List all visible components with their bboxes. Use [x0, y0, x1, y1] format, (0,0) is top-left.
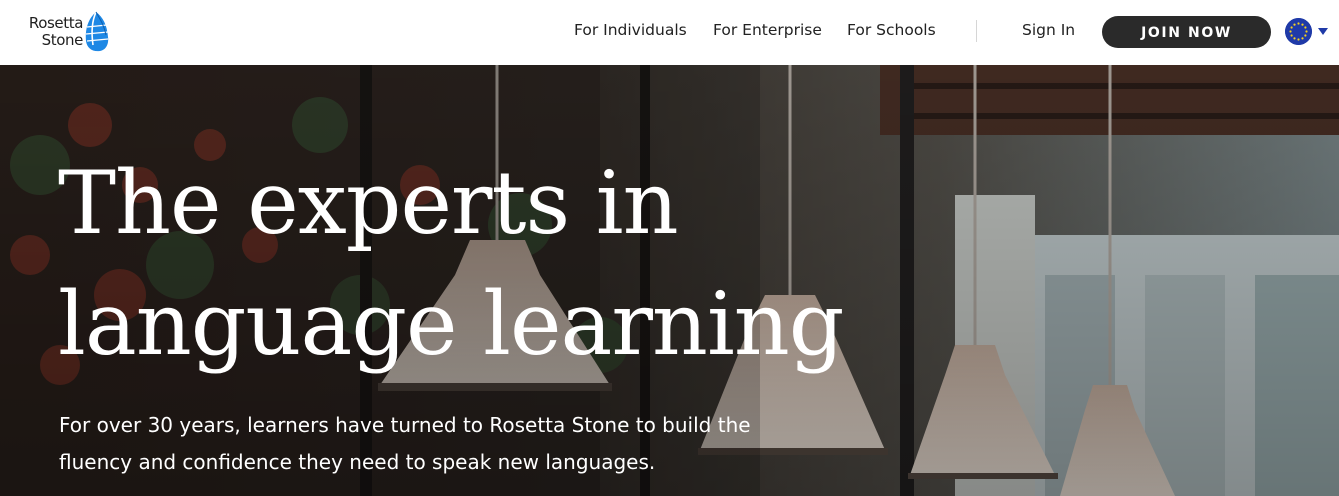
site-header: Rosetta Stone For Individuals For Enterp…: [0, 0, 1339, 65]
hero-title-line2: language learning: [58, 273, 845, 375]
hero-section: The experts in language learning For ove…: [0, 65, 1339, 496]
join-now-button[interactable]: JOIN NOW: [1102, 16, 1271, 48]
hero-subtitle: For over 30 years, learners have turned …: [59, 407, 779, 481]
eu-flag-icon: [1285, 18, 1312, 45]
nav-divider: [976, 20, 977, 42]
chevron-down-icon: [1318, 28, 1328, 35]
logo-text-line1: Rosetta: [28, 14, 84, 32]
stone-logo-icon: [85, 11, 109, 52]
locale-selector[interactable]: [1285, 18, 1331, 46]
sign-in-link[interactable]: Sign In: [1022, 21, 1075, 39]
nav-for-individuals[interactable]: For Individuals: [574, 21, 687, 39]
nav-for-schools[interactable]: For Schools: [847, 21, 936, 39]
logo-text-line2: Stone: [41, 31, 84, 49]
hero-subtitle-line1: For over 30 years, learners have turned …: [59, 413, 751, 437]
hero-subtitle-line2: fluency and confidence they need to spea…: [59, 450, 656, 474]
hero-title-line1: The experts in: [58, 152, 679, 254]
hero-title: The experts in language learning: [58, 143, 958, 385]
rosetta-stone-logo[interactable]: Rosetta Stone: [17, 11, 113, 55]
nav-for-enterprise[interactable]: For Enterprise: [713, 21, 822, 39]
logo-wordmark: Rosetta Stone: [17, 14, 84, 49]
